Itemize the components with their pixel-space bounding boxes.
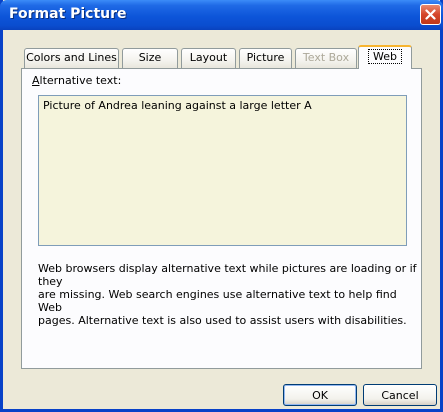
tab-web[interactable]: Web — [358, 45, 412, 69]
title-bar[interactable]: Format Picture — [0, 0, 443, 30]
tab-text-box: Text Box — [295, 48, 357, 68]
ok-button[interactable]: OK — [283, 384, 357, 406]
alternative-text-help: Web browsers display alternative text wh… — [38, 262, 418, 327]
close-button[interactable] — [420, 4, 441, 25]
dialog-title: Format Picture — [9, 6, 127, 22]
help-line: Web browsers display alternative text wh… — [38, 262, 417, 288]
cancel-button[interactable]: Cancel — [363, 384, 437, 406]
help-line: pages. Alternative text is also used to … — [38, 314, 407, 327]
alternative-text-field[interactable]: Picture of Andrea leaning against a larg… — [38, 95, 407, 246]
alternative-text-access-key: A — [32, 74, 40, 87]
alternative-text-label-rest: lternative text: — [39, 74, 122, 87]
tab-size[interactable]: Size — [122, 48, 178, 68]
close-icon — [425, 9, 436, 20]
tab-colors-and-lines[interactable]: Colors and Lines — [24, 48, 119, 68]
tab-web-label: Web — [368, 49, 402, 64]
alternative-text-label: Alternative text: — [32, 74, 121, 87]
help-line: are missing. Web search engines use alte… — [38, 288, 397, 314]
tab-layout[interactable]: Layout — [181, 48, 236, 68]
tab-picture[interactable]: Picture — [239, 48, 292, 68]
